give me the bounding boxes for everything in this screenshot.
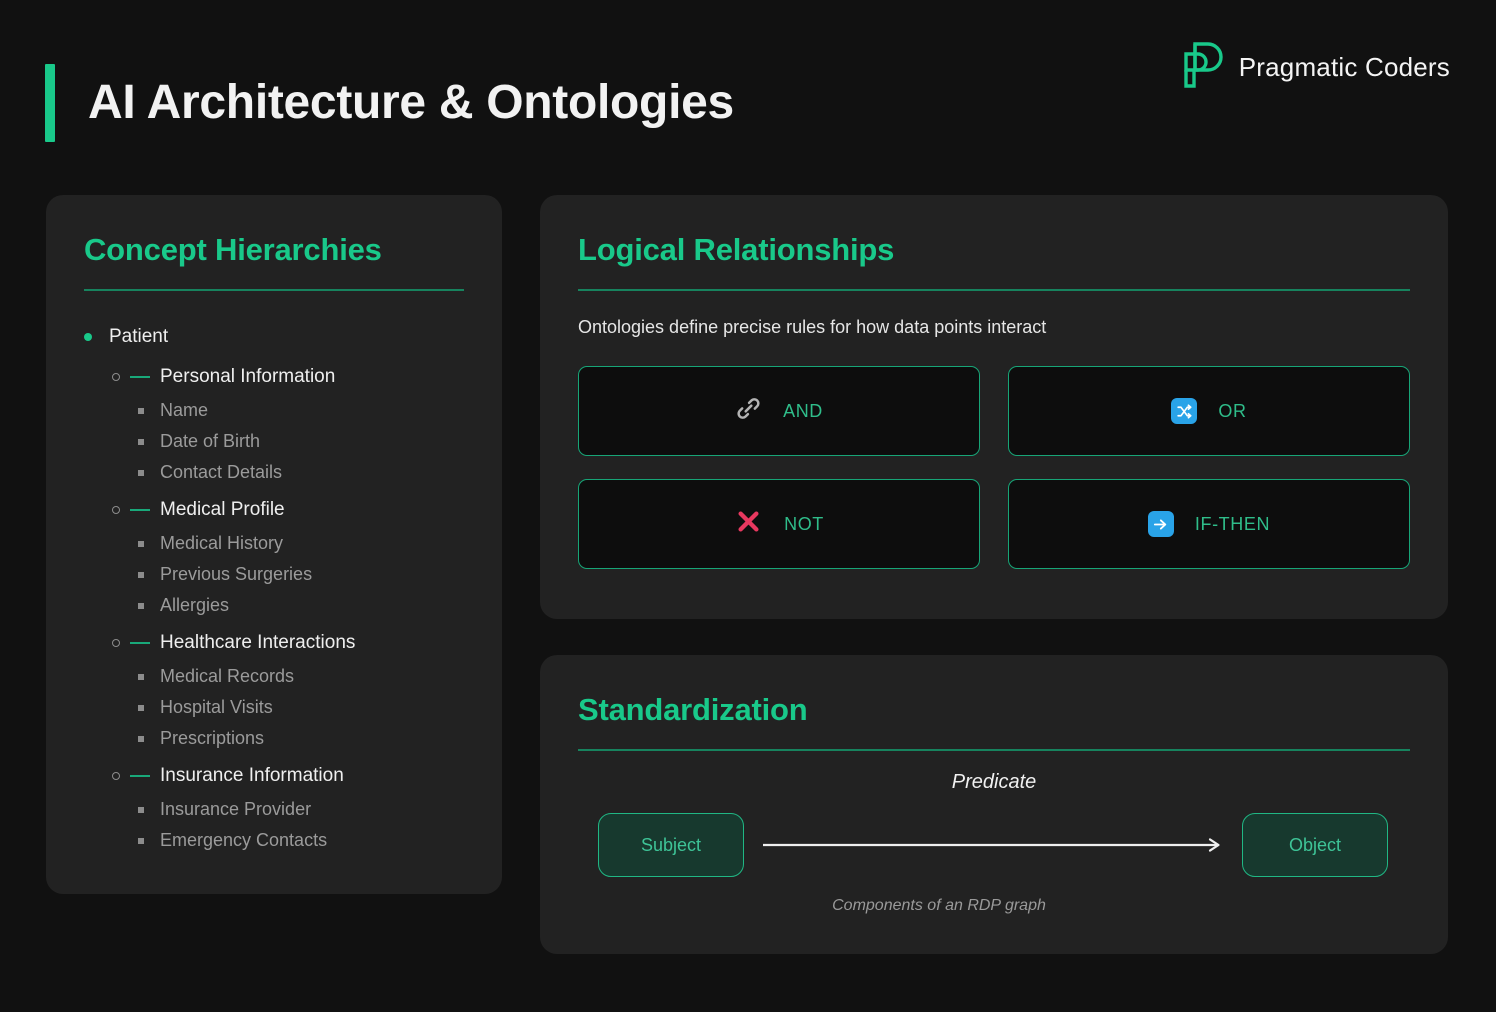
bullet-circle-icon (112, 506, 120, 514)
standardization-panel: Standardization Predicate Subject Object… (540, 655, 1448, 954)
tree-item-label: Patient (109, 326, 168, 348)
logic-operator-or[interactable]: OR (1008, 366, 1410, 456)
pragmatic-coders-p-logo-icon (1181, 40, 1225, 95)
tree-item-hospital-visits[interactable]: Hospital Visits (84, 692, 464, 723)
logic-operator-label: AND (783, 401, 823, 422)
title-group: AI Architecture & Ontologies (45, 64, 734, 142)
tree-item-insurance-provider[interactable]: Insurance Provider (84, 794, 464, 825)
tree-item-label: Medical Profile (160, 499, 285, 521)
tree-item-healthcare-interactions[interactable]: Healthcare Interactions (84, 625, 464, 661)
bullet-square-icon (138, 470, 144, 476)
tree-item-label: Emergency Contacts (160, 830, 327, 851)
logic-operator-and[interactable]: AND (578, 366, 980, 456)
tree-item-label: Previous Surgeries (160, 564, 312, 585)
tree-item-allergies[interactable]: Allergies (84, 590, 464, 621)
rdf-object-label: Object (1289, 835, 1341, 856)
bullet-square-icon (138, 408, 144, 414)
tree-item-medical-profile[interactable]: Medical Profile (84, 492, 464, 528)
page-title: AI Architecture & Ontologies (88, 79, 734, 127)
brand-name: Pragmatic Coders (1239, 52, 1450, 83)
tree-item-medical-records[interactable]: Medical Records (84, 661, 464, 692)
bullet-circle-icon (112, 772, 120, 780)
tree-branch-dash-icon (130, 509, 150, 511)
bullet-square-icon (138, 674, 144, 680)
bullet-square-icon (138, 736, 144, 742)
logic-operator-label: IF-THEN (1195, 514, 1270, 535)
standardization-panel-heading: Standardization (578, 693, 1410, 727)
rdf-predicate-arrow-icon (763, 837, 1228, 853)
rdf-object-node[interactable]: Object (1242, 813, 1388, 877)
tree-item-label: Medical History (160, 533, 283, 554)
concept-panel-heading: Concept Hierarchies (84, 233, 464, 267)
bullet-square-icon (138, 603, 144, 609)
arrow-right-icon (1148, 511, 1174, 537)
tree-item-label: Medical Records (160, 666, 294, 687)
tree-item-personal-information[interactable]: Personal Information (84, 359, 464, 395)
shuffle-icon (1171, 398, 1197, 424)
tree-item-previous-surgeries[interactable]: Previous Surgeries (84, 559, 464, 590)
tree-branch-dash-icon (130, 642, 150, 644)
bullet-square-icon (138, 541, 144, 547)
brand-logo: Pragmatic Coders (1181, 40, 1450, 95)
tree-item-date-of-birth[interactable]: Date of Birth (84, 426, 464, 457)
bullet-square-icon (138, 439, 144, 445)
slide-root: AI Architecture & Ontologies Pragmatic C… (0, 0, 1496, 1012)
tree-item-label: Personal Information (160, 366, 335, 388)
tree-item-emergency-contacts[interactable]: Emergency Contacts (84, 825, 464, 856)
tree-item-label: Prescriptions (160, 728, 264, 749)
logic-operator-label: OR (1218, 401, 1246, 422)
logic-operator-label: NOT (784, 514, 824, 535)
bullet-square-icon (138, 838, 144, 844)
bullet-dot-icon (84, 333, 92, 341)
cross-mark-icon (734, 507, 763, 541)
tree-item-label: Allergies (160, 595, 229, 616)
tree-item-label: Healthcare Interactions (160, 632, 355, 654)
logical-relationships-panel: Logical Relationships Ontologies define … (540, 195, 1448, 619)
logical-panel-subtitle: Ontologies define precise rules for how … (578, 317, 1410, 338)
tree-item-contact-details[interactable]: Contact Details (84, 457, 464, 488)
tree-item-insurance-information[interactable]: Insurance Information (84, 758, 464, 794)
tree-item-prescriptions[interactable]: Prescriptions (84, 723, 464, 754)
bullet-square-icon (138, 705, 144, 711)
slide-header: AI Architecture & Ontologies Pragmatic C… (0, 0, 1496, 185)
rdf-predicate-label: Predicate (578, 771, 1410, 794)
bullet-square-icon (138, 572, 144, 578)
tree-branch-dash-icon (130, 775, 150, 777)
tree-item-medical-history[interactable]: Medical History (84, 528, 464, 559)
tree-item-label: Name (160, 400, 208, 421)
tree-item-label: Contact Details (160, 462, 282, 483)
standardization-panel-divider (578, 749, 1410, 751)
concept-hierarchies-panel: Concept Hierarchies Patient Personal Info… (46, 195, 502, 894)
rdf-caption: Components of an RDP graph (578, 897, 1300, 915)
tree-item-label: Date of Birth (160, 431, 260, 452)
bullet-square-icon (138, 807, 144, 813)
title-accent-bar (45, 64, 55, 142)
concept-panel-divider (84, 289, 464, 291)
tree-item-patient[interactable]: Patient (84, 319, 464, 355)
bullet-circle-icon (112, 373, 120, 381)
tree-item-label: Hospital Visits (160, 697, 273, 718)
tree-item-name[interactable]: Name (84, 395, 464, 426)
concept-tree: Patient Personal Information Name Date of B… (84, 319, 464, 856)
chain-link-icon (735, 395, 762, 427)
logic-operator-if-then[interactable]: IF-THEN (1008, 479, 1410, 569)
logical-panel-heading: Logical Relationships (578, 233, 1410, 267)
logical-panel-divider (578, 289, 1410, 291)
logic-operator-not[interactable]: NOT (578, 479, 980, 569)
rdf-subject-node[interactable]: Subject (598, 813, 744, 877)
rdf-subject-label: Subject (641, 835, 701, 856)
bullet-circle-icon (112, 639, 120, 647)
tree-branch-dash-icon (130, 376, 150, 378)
tree-item-label: Insurance Provider (160, 799, 311, 820)
tree-item-label: Insurance Information (160, 765, 344, 787)
rdf-triple-diagram: Predicate Subject Object Components of a… (578, 769, 1410, 929)
logic-operator-grid: AND OR (578, 366, 1410, 569)
